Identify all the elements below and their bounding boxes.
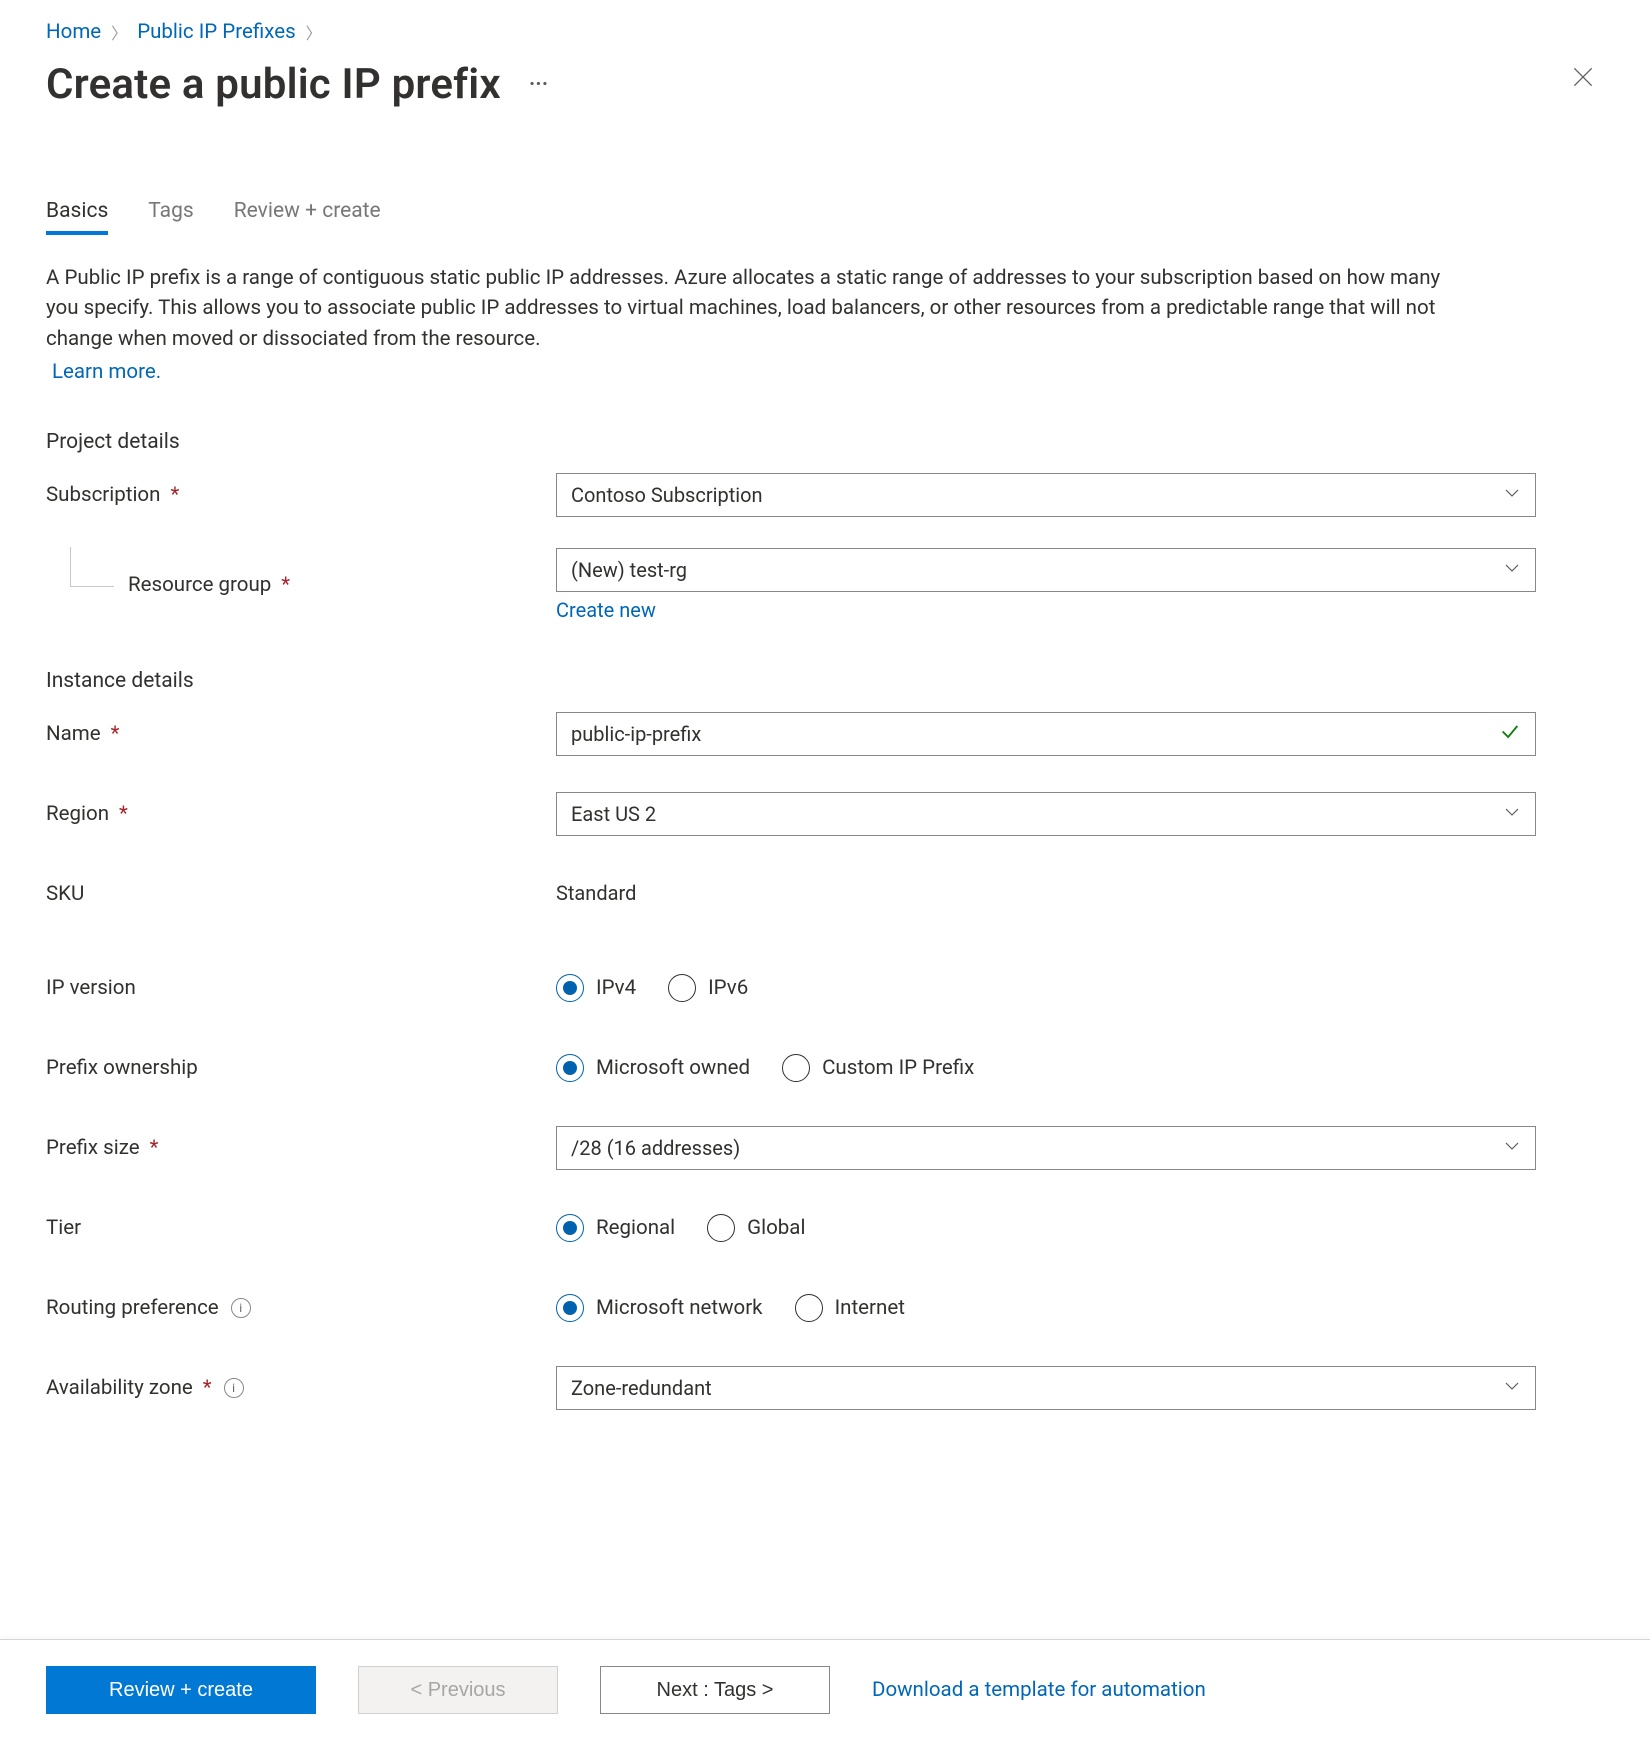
footer: Review + create < Previous Next : Tags >… bbox=[0, 1639, 1650, 1740]
sku-value: Standard bbox=[556, 881, 636, 905]
chevron-down-icon bbox=[1503, 1376, 1521, 1400]
radio-label: Global bbox=[747, 1216, 805, 1240]
tier-global-radio[interactable]: Global bbox=[707, 1214, 805, 1242]
tab-basics[interactable]: Basics bbox=[46, 199, 108, 235]
section-project-details: Project details bbox=[46, 430, 1600, 454]
previous-button: < Previous bbox=[358, 1666, 558, 1714]
info-icon[interactable]: i bbox=[224, 1378, 244, 1398]
chevron-right-icon: 〉 bbox=[306, 20, 322, 44]
chevron-down-icon bbox=[1503, 802, 1521, 826]
ip-version-ipv6-radio[interactable]: IPv6 bbox=[668, 974, 748, 1002]
name-label: Name bbox=[46, 722, 101, 746]
create-new-link[interactable]: Create new bbox=[556, 598, 656, 622]
breadcrumb-link-home[interactable]: Home bbox=[46, 20, 101, 44]
region-select[interactable]: East US 2 bbox=[556, 792, 1536, 836]
ip-version-ipv4-radio[interactable]: IPv4 bbox=[556, 974, 636, 1002]
breadcrumb: Home 〉 Public IP Prefixes 〉 bbox=[46, 20, 1600, 44]
availability-zone-label: Availability zone bbox=[46, 1376, 193, 1400]
close-icon[interactable] bbox=[1566, 60, 1600, 100]
tree-line-icon bbox=[70, 547, 114, 587]
radio-label: Regional bbox=[596, 1216, 675, 1240]
radio-label: Custom IP Prefix bbox=[822, 1056, 974, 1080]
required-icon: * bbox=[170, 483, 179, 507]
tier-regional-radio[interactable]: Regional bbox=[556, 1214, 675, 1242]
radio-label: IPv4 bbox=[596, 976, 636, 1000]
resource-group-label: Resource group bbox=[128, 573, 271, 597]
page-title: Create a public IP prefix ··· bbox=[46, 60, 548, 109]
page-title-text: Create a public IP prefix bbox=[46, 60, 501, 109]
chevron-down-icon bbox=[1503, 483, 1521, 507]
prefix-ownership-custom-radio[interactable]: Custom IP Prefix bbox=[782, 1054, 974, 1082]
ip-version-label: IP version bbox=[46, 976, 136, 1000]
availability-zone-value: Zone-redundant bbox=[571, 1376, 712, 1400]
name-input[interactable]: public-ip-prefix bbox=[556, 712, 1536, 756]
required-icon: * bbox=[111, 722, 120, 746]
region-value: East US 2 bbox=[571, 802, 656, 826]
section-instance-details: Instance details bbox=[46, 669, 1600, 693]
prefix-size-select[interactable]: /28 (16 addresses) bbox=[556, 1126, 1536, 1170]
description-text: A Public IP prefix is a range of contigu… bbox=[46, 263, 1476, 354]
routing-preference-label: Routing preference bbox=[46, 1296, 219, 1320]
required-icon: * bbox=[203, 1376, 212, 1400]
required-icon: * bbox=[281, 573, 290, 597]
prefix-ownership-radio-group: Microsoft owned Custom IP Prefix bbox=[556, 1054, 1536, 1082]
download-template-link[interactable]: Download a template for automation bbox=[872, 1678, 1206, 1702]
tab-tags[interactable]: Tags bbox=[148, 199, 193, 235]
info-icon[interactable]: i bbox=[231, 1298, 251, 1318]
ip-version-radio-group: IPv4 IPv6 bbox=[556, 974, 1536, 1002]
radio-label: Internet bbox=[835, 1296, 905, 1320]
sku-label: SKU bbox=[46, 882, 84, 906]
prefix-ownership-label: Prefix ownership bbox=[46, 1056, 198, 1080]
chevron-down-icon bbox=[1503, 558, 1521, 582]
routing-microsoft-radio[interactable]: Microsoft network bbox=[556, 1294, 763, 1322]
availability-zone-select[interactable]: Zone-redundant bbox=[556, 1366, 1536, 1410]
subscription-label: Subscription bbox=[46, 483, 160, 507]
next-button[interactable]: Next : Tags > bbox=[600, 1666, 830, 1714]
tab-review-create[interactable]: Review + create bbox=[234, 199, 381, 235]
radio-label: Microsoft owned bbox=[596, 1056, 750, 1080]
radio-label: IPv6 bbox=[708, 976, 748, 1000]
name-value: public-ip-prefix bbox=[571, 722, 701, 746]
subscription-select[interactable]: Contoso Subscription bbox=[556, 473, 1536, 517]
learn-more-link[interactable]: Learn more. bbox=[52, 360, 161, 384]
resource-group-value: (New) test-rg bbox=[571, 558, 687, 582]
check-icon bbox=[1499, 720, 1521, 747]
tier-label: Tier bbox=[46, 1216, 81, 1240]
routing-preference-radio-group: Microsoft network Internet bbox=[556, 1294, 1536, 1322]
required-icon: * bbox=[150, 1136, 159, 1160]
subscription-value: Contoso Subscription bbox=[571, 483, 763, 507]
prefix-size-label: Prefix size bbox=[46, 1136, 140, 1160]
breadcrumb-link-prefixes[interactable]: Public IP Prefixes bbox=[137, 20, 295, 44]
prefix-size-value: /28 (16 addresses) bbox=[571, 1136, 740, 1160]
tabs: Basics Tags Review + create bbox=[46, 199, 1600, 235]
tier-radio-group: Regional Global bbox=[556, 1214, 1536, 1242]
chevron-right-icon: 〉 bbox=[111, 20, 127, 44]
region-label: Region bbox=[46, 802, 109, 826]
prefix-ownership-microsoft-radio[interactable]: Microsoft owned bbox=[556, 1054, 750, 1082]
more-icon[interactable]: ··· bbox=[529, 72, 548, 97]
routing-internet-radio[interactable]: Internet bbox=[795, 1294, 905, 1322]
required-icon: * bbox=[119, 802, 128, 826]
review-create-button[interactable]: Review + create bbox=[46, 1666, 316, 1714]
radio-label: Microsoft network bbox=[596, 1296, 763, 1320]
resource-group-select[interactable]: (New) test-rg bbox=[556, 548, 1536, 592]
chevron-down-icon bbox=[1503, 1136, 1521, 1160]
